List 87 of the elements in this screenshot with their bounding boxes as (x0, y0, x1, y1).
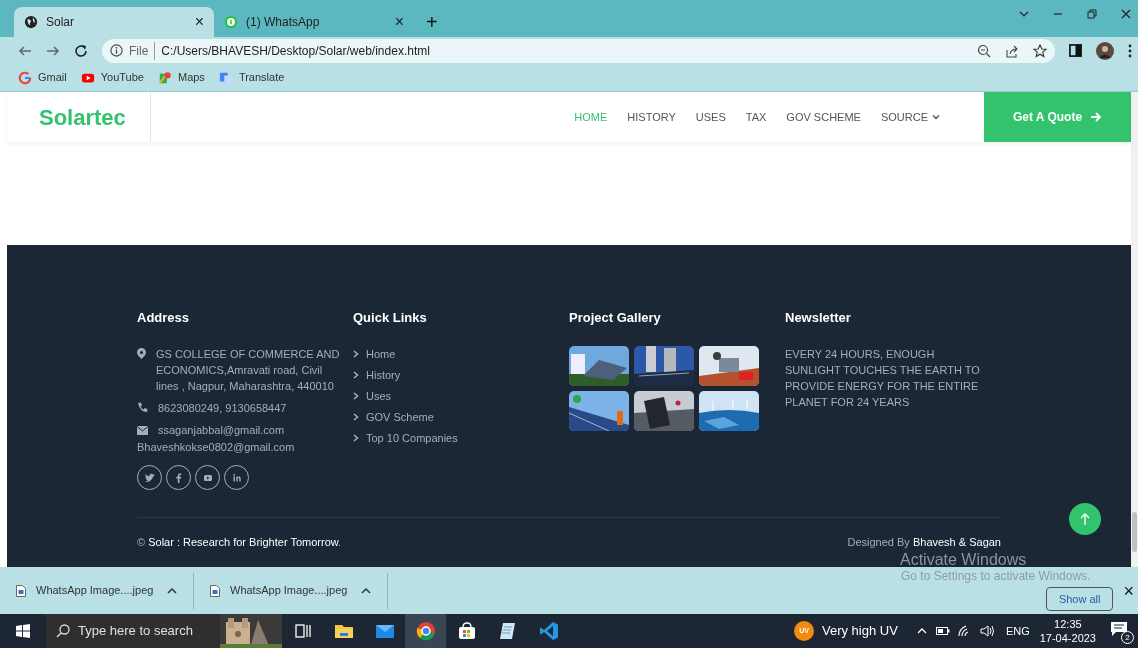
arrow-right-icon (1090, 111, 1103, 123)
bookmark-link[interactable]: YouTube (80, 69, 144, 86)
nav-link[interactable]: TAX (745, 108, 767, 126)
shopping-bag-icon (456, 621, 477, 641)
address-text: GS COLLEGE OF COMMERCE AND ECONOMICS,Amravati road, Civil lines , Nagpur, Maharashtra, 440010 (156, 346, 341, 394)
forward-arrow-icon[interactable] (46, 43, 60, 58)
close-icon[interactable]: × (194, 14, 204, 30)
activation-subtitle: Go to Settings to activate Windows. (901, 569, 1091, 583)
side-panel-icon[interactable] (1069, 44, 1082, 57)
restore-icon[interactable] (1086, 8, 1098, 20)
chevron-right-icon (353, 370, 359, 379)
taskbar-app[interactable] (405, 614, 446, 648)
envelope-icon (137, 425, 148, 435)
activation-title: Activate Windows (900, 550, 1027, 567)
close-icon[interactable]: × (1123, 581, 1134, 600)
share-icon[interactable] (1005, 43, 1019, 58)
map-pin-icon (157, 70, 172, 85)
bookmark-link[interactable]: Maps (157, 69, 205, 86)
google-icon (18, 70, 32, 85)
column-heading: Address (137, 309, 191, 327)
email-text: Bhaveshkokse0802@gmail.com (137, 439, 296, 455)
column-heading: Project Gallery (569, 309, 662, 327)
credit-text: Designed By Bhavesh & Sagan (847, 535, 1001, 550)
notepad-icon (497, 621, 518, 641)
newsletter-text: EVERY 24 HOURS, ENOUGH SUNLIGHT TOUCHES THE EARTH TO PROVIDE ENERGY FOR THE ENTIRE PLANET FOR 24 YEARS (785, 346, 981, 410)
column-heading: Newsletter (785, 309, 852, 327)
reload-icon[interactable] (74, 43, 88, 58)
battery-icon[interactable] (935, 626, 950, 636)
more-vertical-icon[interactable] (1128, 43, 1132, 58)
translate-icon (218, 70, 233, 85)
caret-icon (932, 113, 940, 121)
scrollbar[interactable] (1131, 92, 1138, 567)
nav-link[interactable]: HISTORY (627, 108, 676, 126)
zoom-out-icon[interactable] (977, 43, 991, 58)
avatar-icon[interactable] (1096, 41, 1114, 60)
speaker-icon[interactable] (979, 625, 996, 637)
copyright-text: © Solar : Research for Brighter Tomorrow. (137, 535, 342, 550)
search-field[interactable]: Type here to search (46, 614, 282, 648)
chevron-right-icon (353, 349, 359, 358)
footer-link[interactable]: Top 10 Companies (353, 429, 569, 446)
close-icon[interactable] (1120, 8, 1132, 20)
location-pin-icon (137, 347, 146, 359)
chevron-right-icon (353, 433, 359, 442)
download-item[interactable]: WhatsApp Image....jpeg (194, 572, 388, 609)
nav-link[interactable]: SOURCE (880, 108, 940, 126)
nav-link[interactable]: GOV SCHEME (786, 108, 861, 126)
show-all-button[interactable]: Show all (1045, 587, 1114, 611)
file-icon (16, 584, 26, 597)
credit-link[interactable]: Bhavesh & Sagan (912, 536, 1001, 548)
column-heading: Quick Links (353, 309, 428, 327)
arrow-up-icon (1079, 512, 1091, 526)
globe-icon (24, 15, 38, 29)
browser-tab[interactable]: Solar × (14, 7, 214, 37)
notification-button[interactable]: 2 (1110, 620, 1134, 642)
back-arrow-icon[interactable] (18, 43, 32, 58)
star-icon[interactable] (1033, 43, 1047, 58)
info-icon (110, 44, 123, 57)
bookmark-link[interactable]: Gmail (18, 69, 67, 86)
footer-link[interactable]: Home (353, 345, 569, 362)
scheme-label: File (129, 41, 156, 60)
download-item[interactable]: WhatsApp Image....jpeg (0, 572, 194, 609)
chevron-right-icon (353, 412, 359, 421)
nav-link[interactable]: USES (695, 108, 726, 126)
notification-count: 2 (1121, 631, 1134, 644)
footer-link[interactable]: GOV Scheme (353, 408, 569, 425)
chrome-icon (415, 621, 436, 641)
url-text: C:/Users/BHAVESH/Desktop/Solar/web/index.html (161, 42, 431, 60)
file-icon (210, 584, 220, 597)
windows-logo-icon (16, 624, 30, 638)
new-tab-button[interactable]: + (426, 12, 438, 32)
clock[interactable]: 12:35 17-04-2023 (1039, 617, 1096, 645)
close-icon[interactable]: × (394, 14, 404, 30)
footer-link[interactable]: History (353, 366, 569, 383)
caret-up-icon (361, 586, 371, 595)
phone-icon (137, 402, 148, 414)
chevron-right-icon (353, 391, 359, 400)
caret-up-icon (167, 586, 177, 595)
code-editor-icon (538, 621, 559, 641)
search-icon (56, 624, 70, 638)
footer-link[interactable]: Uses (353, 387, 569, 404)
phone-text: 8623080249, 9130658447 (158, 400, 287, 416)
browser-tab[interactable]: (1) WhatsApp × (214, 7, 414, 37)
task-view-icon (292, 621, 313, 641)
address-bar[interactable]: File C:/Users/BHAVESH/Desktop/Solar/web/index.html (102, 38, 1055, 63)
bookmark-link[interactable]: Translate (218, 69, 285, 86)
email-text: ssaganjabbal@gmail.com (158, 423, 285, 438)
language-indicator[interactable]: ENG (1005, 622, 1030, 640)
